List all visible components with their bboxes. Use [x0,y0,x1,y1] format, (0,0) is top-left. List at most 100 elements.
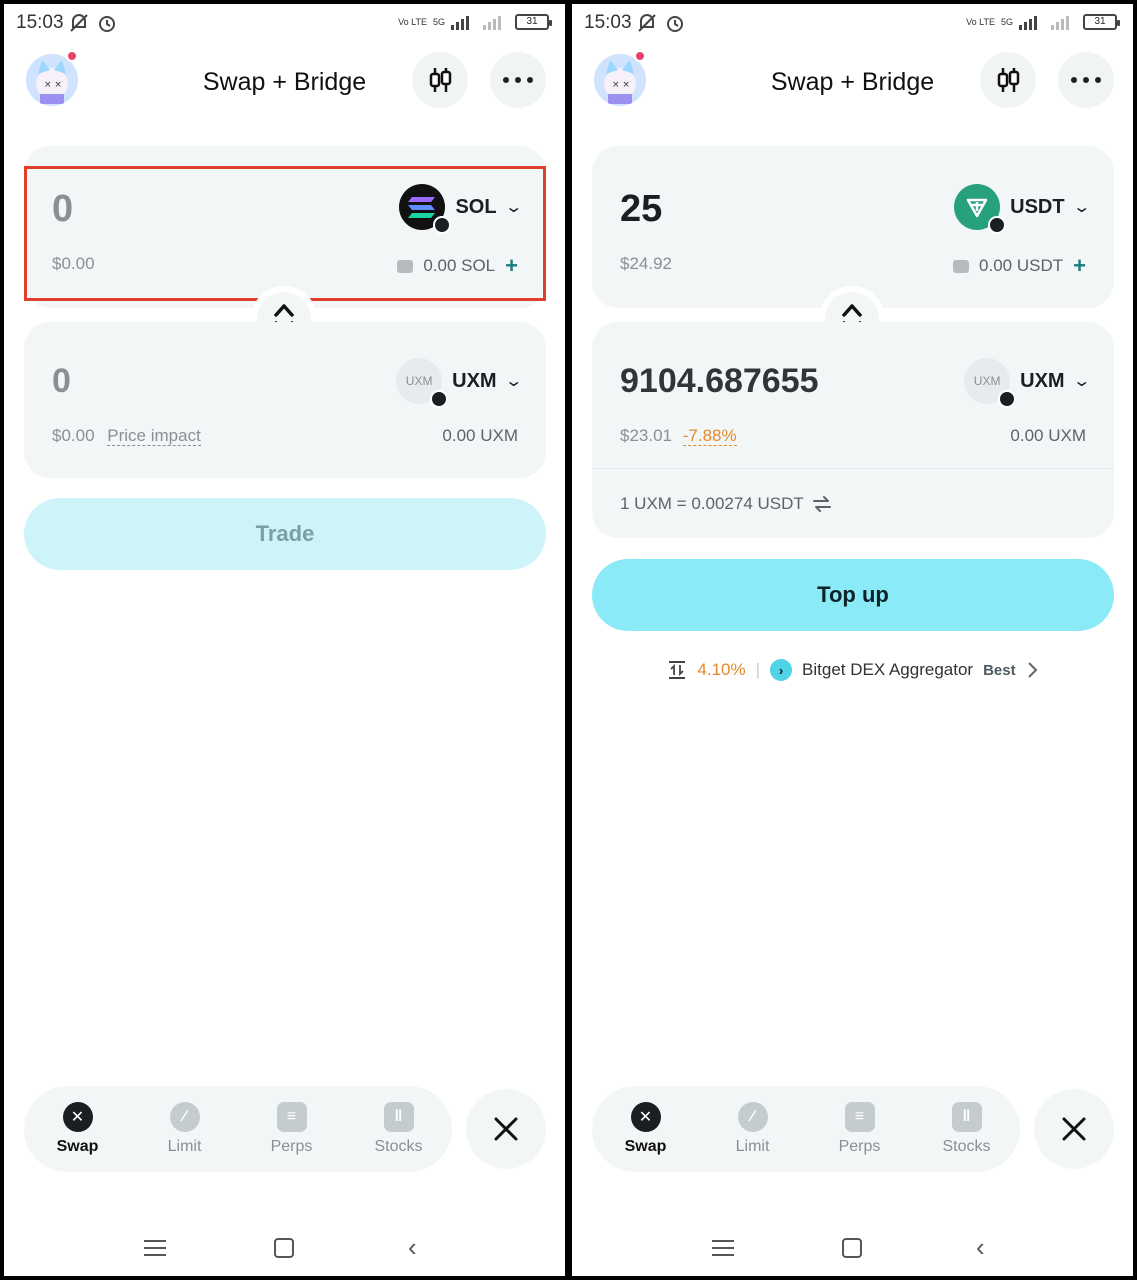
mute-icon [70,14,88,32]
page-title: Swap + Bridge [770,68,935,96]
to-token-name: UXM [452,369,497,392]
app-header: × × Swap + Bridge [4,50,565,114]
chevron-down-icon: ⌄ [1071,199,1091,216]
recents-icon[interactable] [712,1240,734,1261]
system-nav-bar: ‹ [572,1230,1133,1270]
close-button[interactable] [1034,1089,1114,1169]
chart-button[interactable] [412,52,468,108]
nav-limit[interactable]: ⁄ Limit [140,1102,230,1156]
candlestick-icon [429,68,452,92]
chevron-right-icon [1027,662,1038,678]
close-button[interactable] [466,1089,546,1169]
nav-perps[interactable]: ≡ Perps [247,1102,337,1156]
from-amount-input[interactable]: 25 [620,188,662,231]
uxm-logo-icon: UXM [964,358,1017,408]
slippage-value: 4.10% [697,660,746,679]
top-up-button[interactable]: Top up [592,559,1114,631]
battery-icon: 31 [1083,14,1120,30]
to-balance: 0.00 UXM [442,426,518,445]
notification-dot [66,50,78,62]
more-dots-icon [1071,77,1101,83]
home-icon[interactable] [274,1238,294,1258]
from-balance: 0.00 USDT + [953,253,1086,279]
stocks-icon: ‖ [383,1102,414,1132]
network-type: 5G [1000,17,1013,27]
bottom-nav: ✕ Swap ⁄ Limit ≡ Perps ‖ Stocks [24,1086,452,1172]
right-screen: 15:03 Vo LTE 5G 31 × × Swap + Bridge 25 … [572,4,1133,1276]
swap-icon: ✕ [62,1102,93,1132]
home-icon[interactable] [842,1238,862,1258]
stocks-icon: ‖ [951,1102,982,1132]
from-usd-value: $24.92 [620,254,672,273]
exchange-rate[interactable]: 1 UXM = 0.00274 USDT [620,494,832,514]
limit-icon: ⁄ [737,1102,768,1132]
nav-stocks[interactable]: ‖ Stocks [922,1102,1012,1156]
swap-rate-icon [812,496,831,512]
battery-icon: 31 [515,14,552,30]
status-bar: 15:03 Vo LTE 5G 31 [4,4,565,44]
solana-chain-icon [988,216,1007,234]
system-nav-bar: ‹ [4,1230,565,1270]
plus-icon[interactable]: + [1073,253,1086,279]
wallet-icon [953,259,970,273]
signal-icon [451,16,469,30]
back-icon[interactable]: ‹ [976,1232,985,1263]
exchange-rate-text: 1 UXM = 0.00274 USDT [620,494,804,513]
page-title: Swap + Bridge [202,68,367,96]
chart-button[interactable] [980,52,1036,108]
app-header: × × Swap + Bridge [572,50,1133,114]
alarm-icon [667,16,683,32]
solana-chain-icon [430,390,449,408]
to-token-selector[interactable]: UXM UXM ⌄ [964,358,1091,408]
close-icon [1062,1117,1086,1141]
from-token-name: USDT [1010,195,1065,218]
nav-swap[interactable]: ✕ Swap [601,1102,691,1156]
to-balance: 0.00 UXM [1010,426,1086,445]
more-dots-icon [503,77,533,83]
to-usd-value: $0.00 [52,426,95,445]
chevron-down-icon: ⌄ [1071,373,1091,390]
more-button[interactable] [490,52,546,108]
from-token-selector[interactable]: USDT ⌄ [954,184,1091,234]
limit-icon: ⁄ [169,1102,200,1132]
nav-swap[interactable]: ✕ Swap [33,1102,123,1156]
more-button[interactable] [1058,52,1114,108]
mute-icon [638,14,656,32]
bitget-dex-icon: › [770,659,793,681]
volte-indicator: Vo LTE [966,17,995,27]
to-amount: 9104.687655 [620,362,819,400]
signal-weak-icon [483,16,501,30]
perps-icon: ≡ [276,1102,307,1132]
signal-icon [1019,16,1037,30]
aggregator-name: Bitget DEX Aggregator [802,660,974,679]
price-impact-value[interactable]: -7.88% [682,426,737,446]
price-impact-link[interactable]: Price impact [107,426,201,446]
nav-stocks[interactable]: ‖ Stocks [354,1102,444,1156]
to-amount: 0 [52,362,71,400]
left-screen: 15:03 Vo LTE 5G 31 × × Swap + Bridge 0 $… [4,4,565,1276]
bottom-nav: ✕ Swap ⁄ Limit ≡ Perps ‖ Stocks [592,1086,1020,1172]
recents-icon[interactable] [144,1240,166,1261]
to-card[interactable]: 0 $0.00 Price impact UXM UXM ⌄ 0.00 UXM [24,322,546,478]
signal-weak-icon [1051,16,1069,30]
route-info[interactable]: 4.10% | › Bitget DEX Aggregator Best [572,659,1133,681]
network-type: 5G [432,17,445,27]
trade-button[interactable]: Trade [24,498,546,570]
status-time: 15:03 [584,12,632,33]
back-icon[interactable]: ‹ [408,1232,417,1263]
perps-icon: ≡ [844,1102,875,1132]
uxm-logo-icon: UXM [396,358,449,408]
alarm-icon [99,16,115,32]
slippage-icon [669,661,686,679]
from-balance-text: 0.00 USDT [979,256,1064,275]
status-time: 15:03 [16,12,64,33]
divider [592,468,1114,469]
highlight-box [24,166,546,301]
nav-perps[interactable]: ≡ Perps [815,1102,905,1156]
status-bar: 15:03 Vo LTE 5G 31 [572,4,1133,44]
notification-dot [634,50,646,62]
from-card[interactable]: 25 $24.92 USDT ⌄ 0.00 USDT + [592,146,1114,308]
to-token-selector[interactable]: UXM UXM ⌄ [396,358,523,408]
to-usd-value: $23.01 [620,426,672,445]
nav-limit[interactable]: ⁄ Limit [708,1102,798,1156]
